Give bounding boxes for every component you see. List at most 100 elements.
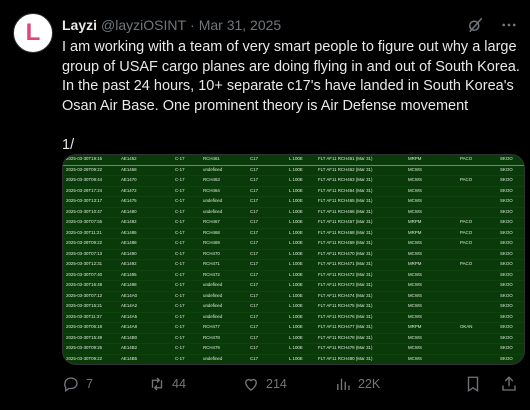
cell-hex: AE14A5 — [121, 313, 138, 319]
cell-hex: AE1472 — [121, 187, 137, 193]
repost-icon — [148, 375, 166, 393]
table-row: 2025-03-30T09:22 AE14B5 C-17 undefined C17 L … — [63, 355, 524, 365]
cell-squawk: L 100E — [289, 208, 303, 214]
cell-dest: SKOO — [500, 219, 513, 224]
cell-via: PACO — [460, 177, 473, 182]
views-button[interactable]: 22K — [334, 375, 422, 393]
cell-hex: AE14B2 — [121, 345, 138, 350]
avatar[interactable]: L — [13, 13, 53, 53]
cell-dest: SKOO — [500, 208, 513, 214]
tweet-actions: 7 44 214 22K — [62, 374, 518, 394]
cell-origin: MRPM — [408, 229, 422, 235]
tweet-text: I am working with a team of very smart p… — [62, 39, 520, 153]
table-row: 2025-03-30T09:26 AE14B2 C-17 RCH479 C17 L 100… — [63, 344, 524, 355]
cell-squawk: L 100E — [289, 250, 303, 256]
cell-origin: MCWS — [408, 303, 422, 308]
cell-flight: FLT AF11 RCH471 (Mar 31) — [318, 261, 373, 266]
tweet-header: Layzi @layziOSINT · Mar 31, 2025 — [62, 15, 518, 35]
cell-callsign: undefined — [203, 292, 223, 298]
cell-dest: SKOO — [500, 229, 513, 235]
cell-model: C17 — [250, 198, 259, 203]
cell-dest: SKOO — [500, 166, 513, 172]
cell-hex: AE1485 — [121, 229, 137, 235]
cell-dest: SKOO — [500, 250, 513, 256]
cell-time: 2025-03-30T10:47 — [66, 208, 103, 214]
cell-origin: MRPM — [408, 261, 422, 266]
cell-hex: AE1495 — [121, 271, 137, 277]
cell-callsign: RCH468 — [203, 229, 220, 235]
tweet-media-image[interactable]: 2025-03-30T19:15 AE1452 C-17 RCH461 C17 L 100… — [62, 154, 525, 365]
cell-dest: SKOO — [500, 187, 513, 193]
cell-squawk: L 100E — [289, 219, 303, 224]
cell-model: C17 — [250, 261, 259, 266]
more-icon[interactable] — [500, 16, 518, 34]
cell-flight: FLT AF11 RCH479 (Mar 31) — [318, 345, 373, 350]
cell-hex: AE1475 — [121, 198, 137, 203]
cell-callsign: undefined — [203, 313, 223, 319]
cell-callsign: undefined — [203, 198, 223, 203]
cell-flight: FLT AF11 RCH480 (Mar 31) — [318, 355, 373, 361]
cell-time: 2025-03-30T07:40 — [66, 271, 103, 277]
cell-model: C17 — [250, 240, 259, 245]
author-handle[interactable]: @layziOSINT — [101, 17, 186, 33]
cell-type: C-17 — [175, 208, 185, 214]
bookmark-icon[interactable] — [464, 375, 482, 393]
cell-dest: SKOO — [500, 345, 513, 350]
table-row: 2025-03-29T17:24 AE1472 C-17 RCH464 C17 L 100… — [63, 187, 524, 197]
cell-origin: MCWS — [408, 313, 422, 319]
reply-icon — [62, 375, 80, 393]
author-name[interactable]: Layzi — [62, 17, 97, 33]
like-button[interactable]: 214 — [242, 375, 334, 393]
cell-via: OKAN — [460, 324, 473, 329]
cell-origin: MCWS — [408, 177, 422, 182]
cell-callsign: RCH467 — [203, 219, 220, 224]
cell-origin: MRPM — [408, 219, 422, 224]
cell-time: 2025-03-30T19:15 — [66, 156, 103, 161]
cell-origin: MCWS — [408, 208, 422, 214]
views-icon — [334, 375, 352, 393]
table-row: 2025-03-29T09:22 AE1488 C-17 RCH469 C17 L 100… — [63, 239, 524, 250]
cell-dest: SKOO — [500, 355, 513, 361]
table-row: 2025-03-30T15:21 AE14A2 C-17 undefined C17 L … — [63, 302, 524, 313]
cell-time: 2025-03-30T12:31 — [66, 261, 103, 266]
cell-dest: SKOO — [500, 156, 513, 161]
cell-callsign: RCH472 — [203, 271, 220, 277]
cell-type: C-17 — [175, 229, 185, 235]
tweet-date[interactable]: Mar 31, 2025 — [199, 17, 282, 33]
cell-flight: FLT AF11 RCH467 (Mar 31) — [318, 219, 373, 224]
cell-model: C17 — [250, 313, 259, 319]
cell-flight: FLT AF11 RCH475 (Mar 31) — [318, 303, 373, 308]
grok-icon[interactable] — [466, 16, 484, 34]
reply-button[interactable]: 7 — [62, 375, 148, 393]
cell-model: C17 — [250, 292, 259, 298]
cell-type: C-17 — [175, 166, 185, 172]
cell-type: C-17 — [175, 303, 185, 308]
cell-model: C17 — [250, 166, 259, 172]
cell-flight: FLT AF11 RCH461 (Mar 31) — [318, 156, 373, 161]
cell-model: C17 — [250, 324, 259, 329]
heart-icon — [242, 375, 260, 393]
table-row: 2025-03-30T16:48 AE1498 C-17 undefined C17 L … — [63, 281, 524, 292]
table-row: 2025-03-30T06:18 AE14A8 C-17 RCH477 C17 L 100… — [63, 323, 524, 334]
cell-origin: MCWS — [408, 271, 422, 277]
cell-squawk: L 100E — [289, 355, 303, 361]
cell-squawk: L 100E — [289, 282, 303, 287]
cell-dest: SKOO — [500, 313, 513, 319]
cell-model: C17 — [250, 250, 259, 256]
cell-time: 2025-03-30T08:44 — [66, 177, 103, 182]
repost-button[interactable]: 44 — [148, 375, 242, 393]
table-row: 2025-03-30T08:44 AE1470 C-17 RCH463 C17 L 100… — [63, 176, 524, 187]
cell-callsign: undefined — [203, 282, 223, 287]
reply-count: 7 — [86, 377, 93, 391]
cell-type: C-17 — [175, 187, 185, 193]
cell-flight: FLT AF11 RCH474 (Mar 31) — [318, 292, 373, 298]
cell-type: C-17 — [175, 240, 185, 245]
cell-dest: SKOO — [500, 303, 513, 308]
cell-dest: SKOO — [500, 198, 513, 203]
cell-callsign: undefined — [203, 166, 223, 172]
table-row: 2025-03-30T07:55 AE1482 C-17 RCH467 C17 L 100… — [63, 218, 524, 229]
cell-origin: MCWS — [408, 334, 422, 340]
cell-model: C17 — [250, 282, 259, 287]
cell-time: 2025-03-30T16:48 — [66, 282, 103, 287]
share-icon[interactable] — [500, 375, 518, 393]
